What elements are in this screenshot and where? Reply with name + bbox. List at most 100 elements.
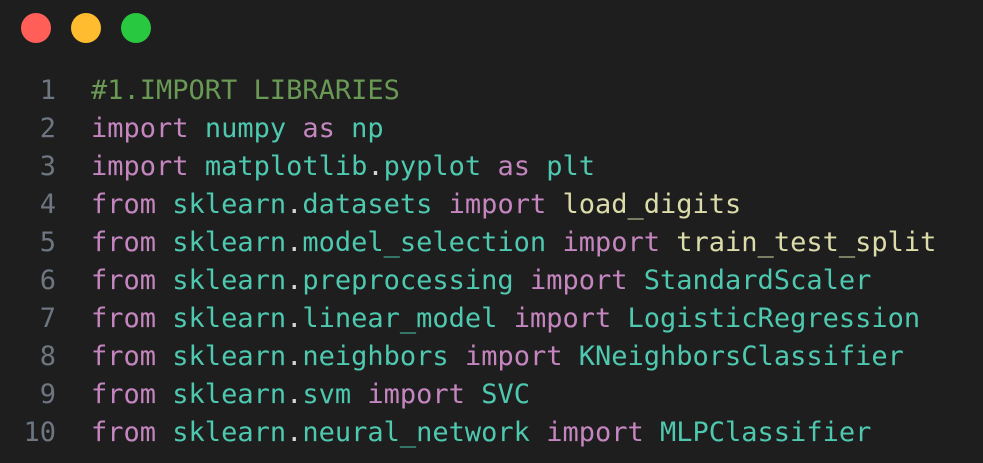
code-token: sklearn (172, 417, 287, 448)
code-token: import (513, 303, 612, 334)
line-number: 2 (39, 113, 56, 144)
code-token: sklearn (172, 265, 287, 296)
code-text: from sklearn.svm import SVC (56, 376, 530, 414)
line-number: 6 (39, 265, 56, 296)
code-token: sklearn (172, 227, 287, 258)
code-token: import (91, 113, 189, 144)
line-number: 1 (39, 75, 56, 106)
code-token: model_selection (302, 227, 547, 258)
code-text: from sklearn.neural_network import MLPCl… (56, 414, 871, 452)
code-token: . (286, 227, 303, 258)
code-token: . (286, 417, 303, 448)
code-line[interactable]: 8 from sklearn.neighbors import KNeighbor… (0, 338, 983, 376)
code-line[interactable]: 3 import matplotlib.pyplot as plt (0, 148, 983, 186)
code-token: . (286, 379, 303, 410)
code-token: svm (302, 379, 352, 410)
code-token: . (286, 341, 303, 372)
code-token: import (529, 265, 628, 296)
code-line[interactable]: 5 from sklearn.model_selection import tra… (0, 224, 983, 262)
line-number: 3 (39, 151, 56, 182)
line-number: 8 (39, 341, 56, 372)
maximize-button[interactable] (121, 13, 151, 43)
code-token: neural_network (302, 417, 530, 448)
code-token: import (546, 417, 644, 448)
code-token: from (91, 227, 157, 258)
code-line[interactable]: 10 from sklearn.neural_network import MLP… (0, 414, 983, 452)
close-button[interactable] (21, 13, 51, 43)
code-token: matplotlib (204, 151, 368, 182)
code-token: . (286, 265, 303, 296)
code-token: sklearn (172, 189, 287, 220)
code-token: from (91, 265, 157, 296)
code-line[interactable]: 2 import numpy as np (0, 110, 983, 148)
code-line[interactable]: 4 from sklearn.datasets import load_digit… (0, 186, 983, 224)
code-text: from sklearn.preprocessing import Standa… (56, 262, 871, 300)
code-token: as (302, 113, 335, 144)
code-text: import matplotlib.pyplot as plt (56, 148, 595, 186)
code-text: import numpy as np (56, 110, 384, 148)
code-token: . (286, 303, 303, 334)
code-token: numpy (204, 113, 287, 144)
code-line[interactable]: 7 from sklearn.linear_model import Logist… (0, 300, 983, 338)
code-token: sklearn (172, 379, 287, 410)
code-line[interactable]: 9 from sklearn.svm import SVC (0, 376, 983, 414)
code-text: from sklearn.model_selection import trai… (56, 224, 936, 262)
code-token: preprocessing (302, 265, 514, 296)
window-controls (21, 13, 151, 43)
code-token: sklearn (172, 341, 287, 372)
code-token: . (286, 189, 303, 220)
code-token: linear_model (302, 303, 498, 334)
code-line[interactable]: 6 from sklearn.preprocessing import Stand… (0, 262, 983, 300)
code-token: neighbors (302, 341, 449, 372)
code-line[interactable]: 1 #1.IMPORT LIBRARIES (0, 72, 983, 110)
code-text: from sklearn.neighbors import KNeighbors… (56, 338, 904, 376)
code-token: import (91, 151, 189, 182)
code-token: pyplot (383, 151, 482, 182)
code-token: import (562, 227, 661, 258)
code-token: LogisticRegression (627, 303, 921, 334)
line-number: 5 (39, 227, 56, 258)
code-token: as (497, 151, 530, 182)
line-number: 9 (39, 379, 56, 410)
code-text: from sklearn.linear_model import Logisti… (56, 300, 920, 338)
code-token: from (91, 303, 157, 334)
code-token: import (448, 189, 547, 220)
code-token: train_test_split (676, 227, 937, 258)
code-token: sklearn (172, 303, 287, 334)
code-token: MLPClassifier (660, 417, 872, 448)
code-editor[interactable]: 1 #1.IMPORT LIBRARIES 2 import numpy as np 3… (0, 72, 983, 452)
code-window: 1 #1.IMPORT LIBRARIES 2 import numpy as np 3… (0, 0, 983, 463)
code-text: #1.IMPORT LIBRARIES (56, 72, 400, 110)
code-token: from (91, 189, 157, 220)
minimize-button[interactable] (71, 13, 101, 43)
code-token: from (91, 379, 157, 410)
code-token: from (91, 417, 157, 448)
code-token: plt (546, 151, 596, 182)
code-text: from sklearn.datasets import load_digits (56, 186, 741, 224)
code-token: import (367, 379, 465, 410)
code-token: . (367, 151, 384, 182)
